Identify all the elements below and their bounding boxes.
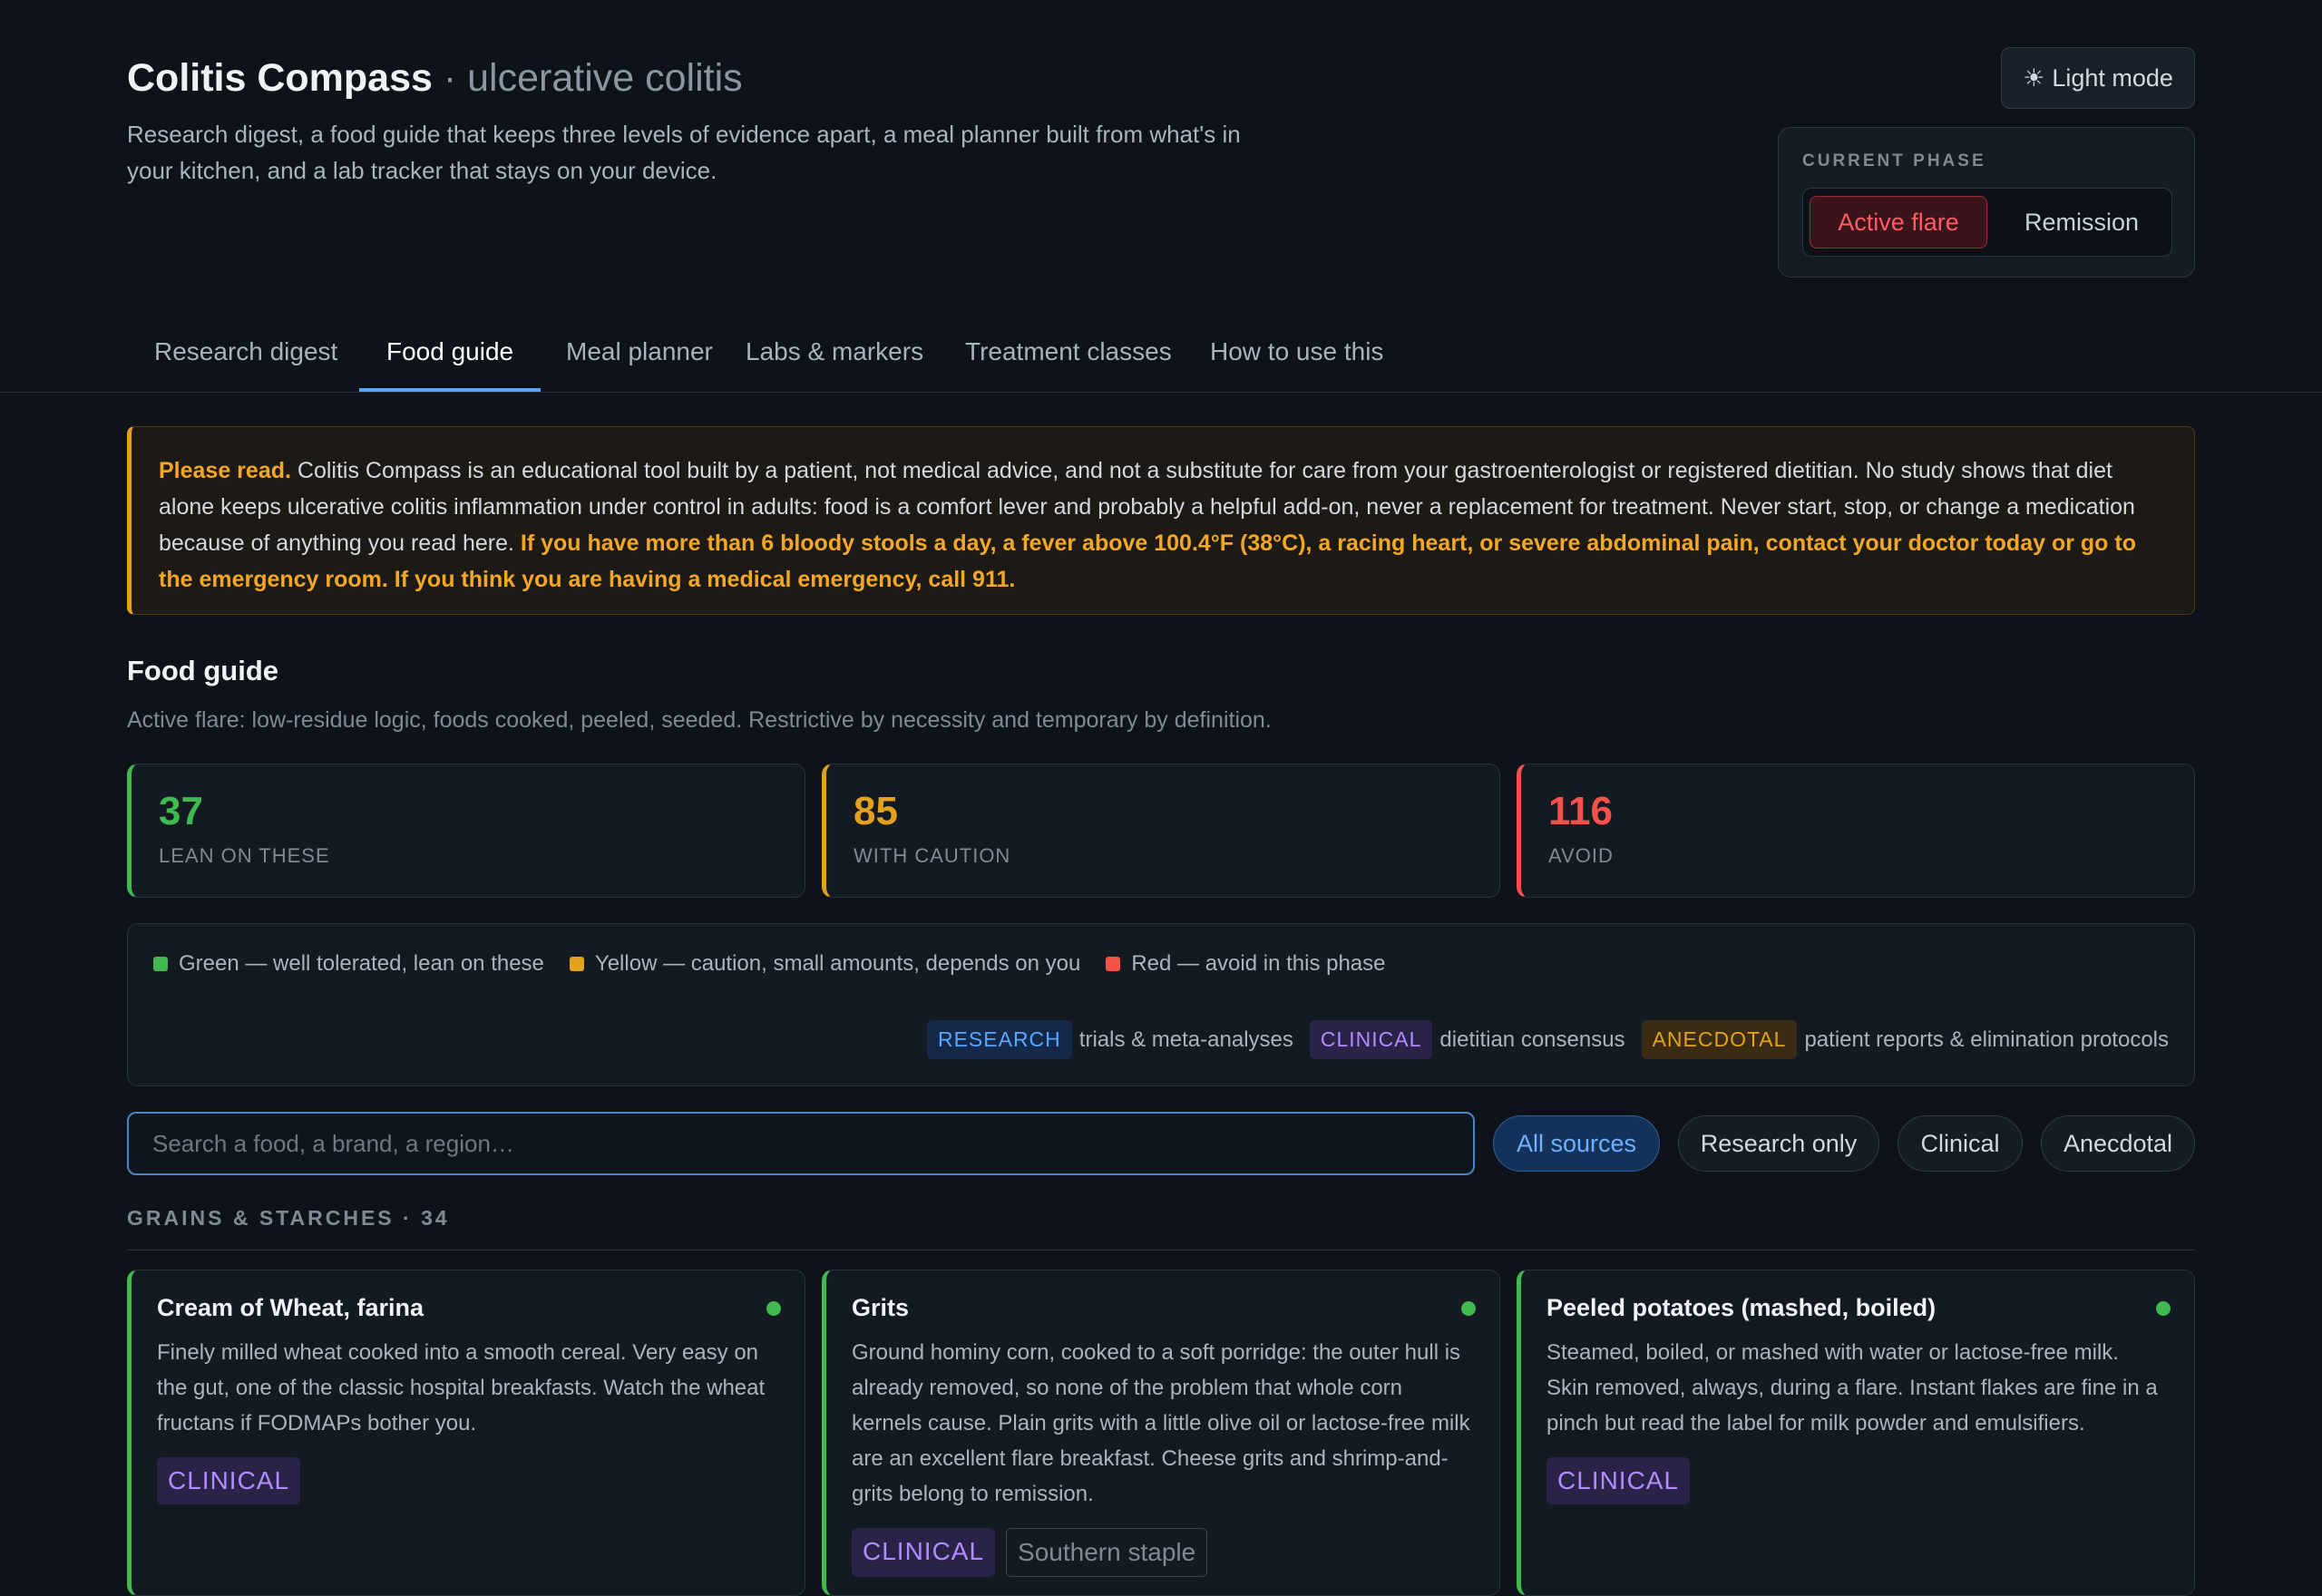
phase-active-flare-button[interactable]: Active flare (1810, 196, 1987, 248)
anecdotal-desc: patient reports & elimination protocols (1804, 1027, 2169, 1052)
food-card-title: Cream of Wheat, farina (157, 1294, 424, 1321)
stat-value: 116 (1548, 789, 1613, 833)
tab-research-digest[interactable]: Research digest (127, 328, 365, 392)
food-card-tags: CLINICAL (157, 1457, 777, 1504)
legend-yellow-label: Yellow — caution, small amounts, depends… (594, 951, 1081, 976)
tabs-divider (0, 392, 2322, 393)
stat-card-green: 37 LEAN ON THESE (127, 764, 805, 898)
clinical-tag: CLINICAL (157, 1457, 301, 1504)
legend-yellow: Yellow — caution, small amounts, depends… (569, 951, 1081, 977)
anecdotal-tag: ANECDOTAL (1641, 1020, 1798, 1059)
clinical-desc: dietitian consensus (1439, 1027, 1625, 1052)
tab-labs-markers[interactable]: Labs & markers (718, 328, 951, 392)
tab-treatment-classes[interactable]: Treatment classes (938, 328, 1199, 392)
filter-all-sources[interactable]: All sources (1493, 1115, 1660, 1172)
stat-value: 85 (854, 789, 898, 833)
food-card[interactable]: Peeled potatoes (mashed, boiled) Steamed… (1517, 1270, 2195, 1596)
light-mode-button[interactable]: ☀ Light mode (2001, 47, 2195, 109)
stat-card-red: 116 AVOID (1517, 764, 2195, 898)
legend-panel: Green — well tolerated, lean on these Ye… (127, 923, 2195, 1086)
research-tag: RESEARCH (926, 1020, 1072, 1059)
status-dot-icon (1461, 1301, 1476, 1316)
region-tag: Southern staple (1006, 1528, 1208, 1577)
section-description: Active flare: low-residue logic, foods c… (127, 707, 1272, 733)
stat-label: WITH CAUTION (854, 844, 1011, 867)
red-square-icon (1106, 957, 1121, 971)
research-desc: trials & meta-analyses (1078, 1027, 1293, 1052)
filter-anecdotal[interactable]: Anecdotal (2041, 1115, 2195, 1172)
app-description: Research digest, a food guide that keeps… (127, 121, 1241, 184)
notice-lead: Please read. (159, 458, 291, 483)
app-root: Colitis Compass · ulcerative colitis Res… (0, 0, 2322, 1596)
app-subtitle: · ulcerative colitis (443, 56, 743, 100)
food-card[interactable]: Grits Ground hominy corn, cooked to a so… (822, 1270, 1500, 1596)
tab-how-to-use[interactable]: How to use this (1183, 328, 1410, 392)
food-card-description: Finely milled wheat cooked into a smooth… (157, 1340, 766, 1435)
stat-label: LEAN ON THESE (159, 844, 330, 867)
food-card-description: Steamed, boiled, or mashed with water or… (1546, 1340, 2158, 1435)
food-card-description: Ground hominy corn, cooked to a soft por… (852, 1340, 1470, 1506)
stat-label: AVOID (1548, 844, 1614, 867)
status-dot-icon (766, 1301, 781, 1316)
filter-research-only[interactable]: Research only (1678, 1115, 1879, 1172)
food-card-title: Grits (852, 1294, 910, 1321)
stat-value: 37 (159, 789, 203, 833)
phase-selector: CURRENT PHASE Active flare Remission (1778, 127, 2195, 277)
tab-meal-planner[interactable]: Meal planner (539, 328, 740, 392)
legend-green: Green — well tolerated, lean on these (153, 951, 544, 977)
green-square-icon (153, 957, 168, 971)
clinical-tag: CLINICAL (1546, 1457, 1691, 1504)
legend-red: Red — avoid in this phase (1106, 951, 1386, 977)
phase-label: CURRENT PHASE (1802, 151, 1986, 170)
sun-icon: ☀ (2023, 63, 2045, 92)
category-heading: GRAINS & STARCHES · 34 (127, 1206, 450, 1230)
app-title: Colitis Compass · ulcerative colitis (127, 56, 743, 101)
clinical-tag: CLINICAL (852, 1528, 996, 1577)
food-card-title: Peeled potatoes (mashed, boiled) (1546, 1294, 1937, 1321)
food-card-tags: CLINICAL Southern staple (852, 1528, 1472, 1577)
tab-food-guide[interactable]: Food guide (359, 328, 541, 392)
legend-red-label: Red — avoid in this phase (1131, 951, 1386, 976)
legend-green-label: Green — well tolerated, lean on these (179, 951, 544, 976)
disclaimer-notice: Please read. Colitis Compass is an educa… (127, 426, 2195, 615)
light-mode-label: Light mode (2052, 63, 2173, 92)
yellow-square-icon (569, 957, 584, 971)
status-dot-icon (2156, 1301, 2171, 1316)
phase-remission-button[interactable]: Remission (1997, 196, 2166, 248)
food-search-input[interactable] (127, 1112, 1475, 1175)
food-card[interactable]: Cream of Wheat, farina Finely milled whe… (127, 1270, 805, 1596)
food-card-tags: CLINICAL (1546, 1457, 2167, 1504)
section-title: Food guide (127, 655, 279, 686)
stat-card-yellow: 85 WITH CAUTION (822, 764, 1500, 898)
color-legend: Green — well tolerated, lean on these Ye… (153, 951, 1386, 977)
category-divider (127, 1250, 2195, 1251)
filter-clinical[interactable]: Clinical (1898, 1115, 2023, 1172)
phase-toggle: Active flare Remission (1802, 188, 2172, 257)
source-legend: RESEARCH trials & meta-analyses CLINICAL… (926, 1020, 2169, 1059)
clinical-tag: CLINICAL (1309, 1020, 1433, 1059)
app-name: Colitis Compass (127, 56, 433, 100)
